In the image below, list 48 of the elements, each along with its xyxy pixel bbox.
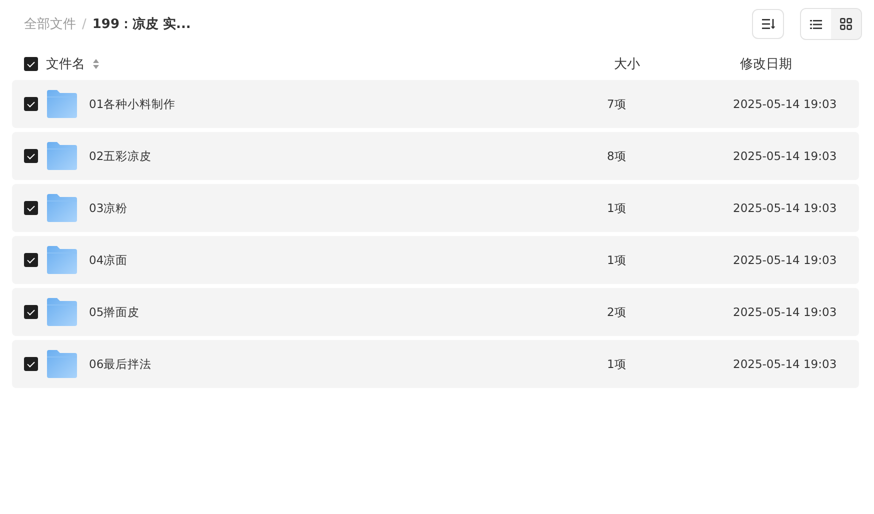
column-header[interactable]: 大小 xyxy=(614,55,740,73)
file-name: 03凉粉 xyxy=(89,200,128,216)
file-size: 1项 xyxy=(607,252,628,268)
file-name: 02五彩凉皮 xyxy=(89,148,152,164)
modified-date: 2025-05-14 19:03 xyxy=(733,253,835,267)
file-row[interactable]: 06最后拌法 1项 2025-05-14 19:03 xyxy=(12,340,859,388)
file-size: 1项 xyxy=(607,200,628,216)
file-size: 8项 xyxy=(607,148,628,164)
modified-date: 2025-05-14 19:03 xyxy=(733,357,835,371)
file-name: 05擀面皮 xyxy=(89,304,140,320)
file-row[interactable]: 05擀面皮 2项 2025-05-14 19:03 xyxy=(12,288,859,336)
folder-icon xyxy=(47,194,77,222)
modified-date: 2025-05-14 19:03 xyxy=(733,149,835,163)
file-size: 2项 xyxy=(607,304,628,320)
modified-date: 2025-05-14 19:03 xyxy=(733,305,835,319)
file-name: 01各种小料制作 xyxy=(89,96,176,112)
checkbox[interactable] xyxy=(24,201,38,215)
folder-icon xyxy=(47,350,77,378)
folder-icon xyxy=(47,246,77,274)
checkbox[interactable] xyxy=(24,149,38,163)
file-name: 06最后拌法 xyxy=(89,356,152,372)
checkbox[interactable] xyxy=(24,57,38,71)
checkbox[interactable] xyxy=(24,97,38,111)
checkbox[interactable] xyxy=(24,253,38,267)
breadcrumb-separator: / xyxy=(82,16,86,32)
file-name: 04凉面 xyxy=(89,252,128,268)
modified-date: 2025-05-14 19:03 xyxy=(733,97,835,111)
file-size: 7项 xyxy=(607,96,628,112)
file-size: 1项 xyxy=(607,356,628,372)
grid-icon xyxy=(840,18,852,30)
folder-icon xyxy=(47,142,77,170)
list-icon xyxy=(810,20,822,28)
file-row[interactable]: 03凉粉 1项 2025-05-14 19:03 xyxy=(12,184,859,232)
checkbox[interactable] xyxy=(24,357,38,371)
breadcrumb-item[interactable]: 199：凉皮 实... xyxy=(92,15,191,33)
column-header[interactable]: 文件名 xyxy=(46,55,85,73)
folder-icon xyxy=(47,90,77,118)
file-row[interactable]: 04凉面 1项 2025-05-14 19:03 xyxy=(12,236,859,284)
folder-icon xyxy=(47,298,77,326)
modified-date: 2025-05-14 19:03 xyxy=(733,201,835,215)
sort-button[interactable] xyxy=(752,9,784,39)
checkbox[interactable] xyxy=(24,305,38,319)
sort-icon[interactable] xyxy=(93,59,99,69)
file-row[interactable]: 01各种小料制作 7项 2025-05-14 19:03 xyxy=(12,80,859,128)
view-mode-button[interactable] xyxy=(801,9,831,39)
sort-icon xyxy=(762,19,774,29)
column-header[interactable]: 修改日期 xyxy=(740,55,850,73)
file-row[interactable]: 02五彩凉皮 8项 2025-05-14 19:03 xyxy=(12,132,859,180)
